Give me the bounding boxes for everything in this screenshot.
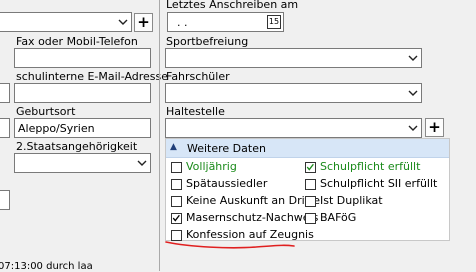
birthplace-label: Geburtsort — [16, 105, 76, 118]
last-letter-date-field[interactable]: . . 15 — [167, 12, 284, 32]
citizenship2-label: 2.Staatsangehörigkeit — [16, 140, 138, 153]
bus-stop-combo[interactable] — [165, 118, 422, 138]
label-spaetaussiedler: Spätaussiedler — [186, 177, 268, 190]
collapse-icon[interactable]: ▲ — [170, 142, 177, 152]
left-edge-combo[interactable] — [0, 190, 10, 210]
label-schulpflicht-sii: Schulpflicht SII erfüllt — [320, 177, 438, 190]
last-letter-label: Letztes Anschreiben am — [166, 0, 299, 11]
checkbox-volljaehrig[interactable] — [171, 162, 182, 173]
label-bafoeg: BAFöG — [320, 211, 357, 224]
further-data-title: Weitere Daten — [187, 142, 266, 155]
email-label: schulinterne E-Mail-Adresse — [16, 70, 169, 83]
email-field[interactable] — [14, 83, 151, 103]
label-schulpflicht: Schulpflicht erfüllt — [320, 160, 421, 173]
check-icon — [306, 163, 314, 171]
commuter-label: Fahrschüler — [166, 70, 230, 83]
checkbox-schulpflicht-sii[interactable] — [305, 179, 316, 190]
top-left-combo[interactable] — [0, 12, 132, 32]
birthplace-value: Aleppo/Syrien — [18, 122, 95, 135]
citizenship2-combo[interactable] — [14, 153, 151, 173]
checkbox-schulpflicht[interactable] — [305, 162, 316, 173]
checkbox-spaetaussiedler[interactable] — [171, 179, 182, 190]
checkbox-ist-duplikat[interactable] — [305, 196, 316, 207]
label-ist-duplikat: Ist Duplikat — [320, 194, 383, 207]
chevron-down-icon — [118, 19, 128, 25]
left-edge-field-1[interactable] — [0, 83, 10, 103]
red-underline-annotation — [165, 241, 295, 249]
sports-exemption-label: Sportbefreiung — [166, 35, 249, 48]
chevron-down-icon — [137, 160, 147, 166]
column-separator — [159, 0, 160, 271]
footer-text: 07:13:00 durch laa — [0, 261, 93, 272]
label-keine-auskunft: Keine Auskunft an Dritte — [186, 194, 321, 207]
fax-label: Fax oder Mobil-Telefon — [16, 35, 138, 48]
fax-field[interactable] — [14, 48, 151, 68]
checkbox-bafoeg[interactable] — [305, 213, 316, 224]
checkbox-keine-auskunft[interactable] — [171, 196, 182, 207]
label-masernschutz: Masernschutz-Nachweis — [186, 211, 319, 224]
add-bus-stop-button[interactable]: + — [425, 118, 444, 137]
commuter-combo[interactable] — [165, 83, 422, 103]
bus-stop-label: Haltestelle — [166, 105, 225, 118]
chevron-down-icon — [408, 55, 418, 61]
add-button-top-left[interactable]: + — [134, 13, 153, 32]
checkbox-masernschutz[interactable] — [171, 213, 182, 224]
last-letter-date-value: . . — [177, 16, 188, 29]
sports-exemption-combo[interactable] — [165, 48, 422, 68]
check-icon — [172, 214, 180, 222]
chevron-down-icon — [408, 125, 418, 131]
left-edge-field-2[interactable] — [0, 118, 10, 138]
calendar-icon[interactable]: 15 — [267, 15, 281, 29]
birthplace-field[interactable]: Aleppo/Syrien — [14, 118, 151, 138]
calendar-day: 15 — [268, 17, 280, 26]
further-data-panel: ▲ Weitere Daten Volljährig Spätaussiedle… — [165, 138, 450, 241]
chevron-down-icon — [408, 90, 418, 96]
label-volljaehrig: Volljährig — [186, 160, 237, 173]
further-data-header[interactable]: ▲ Weitere Daten — [166, 139, 449, 158]
